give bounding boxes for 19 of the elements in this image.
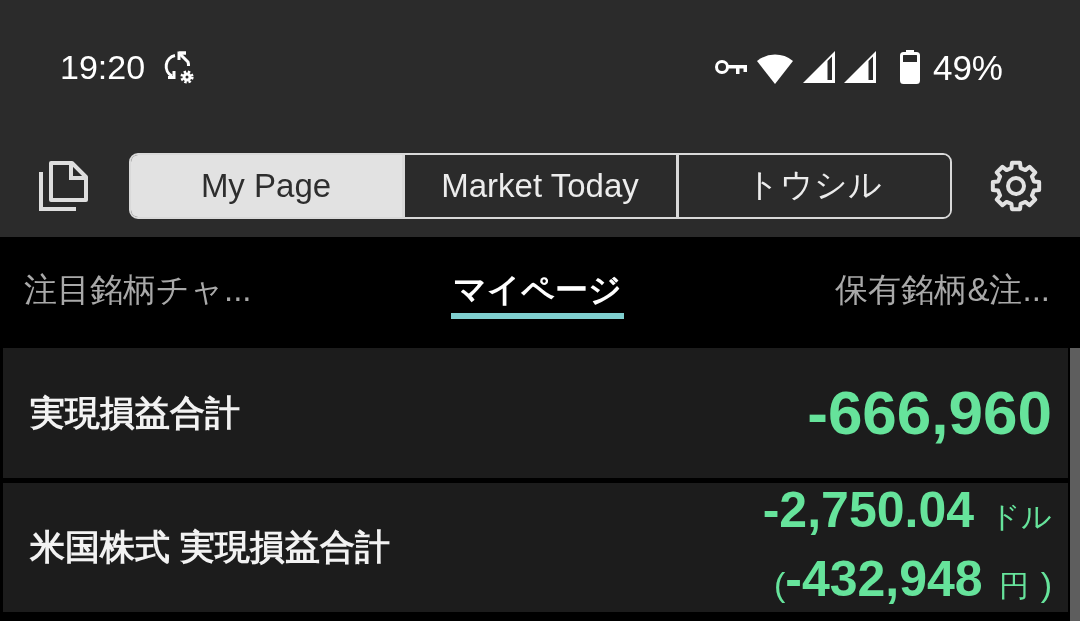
yen-amount: (-432,948 円 ) (773, 549, 1052, 609)
key-icon (713, 58, 747, 76)
status-time: 19:20 (60, 50, 146, 84)
settings-icon[interactable] (990, 159, 1042, 212)
tab[interactable]: 注目銘柄チャ... (22, 269, 254, 319)
copy-icon[interactable] (38, 159, 90, 212)
summary-title: 米国株式 実現損益合計 (30, 526, 390, 568)
signal-icon (843, 51, 876, 83)
tab[interactable]: マイページ (450, 269, 624, 319)
signal-icon (802, 51, 835, 83)
tab[interactable]: 保有銘柄&注... (833, 269, 1052, 319)
tab[interactable]: トウシル (675, 154, 950, 217)
sync-gear-icon (162, 49, 196, 85)
battery-icon (899, 50, 920, 84)
battery-percent: 49% (932, 49, 1003, 85)
dollar-amount: -2,750.04 ドル (762, 480, 1052, 540)
summary-title: 実現損益合計 (30, 391, 240, 434)
amount-value: -666,960 (807, 382, 1052, 444)
tab[interactable]: My Page (130, 154, 402, 217)
